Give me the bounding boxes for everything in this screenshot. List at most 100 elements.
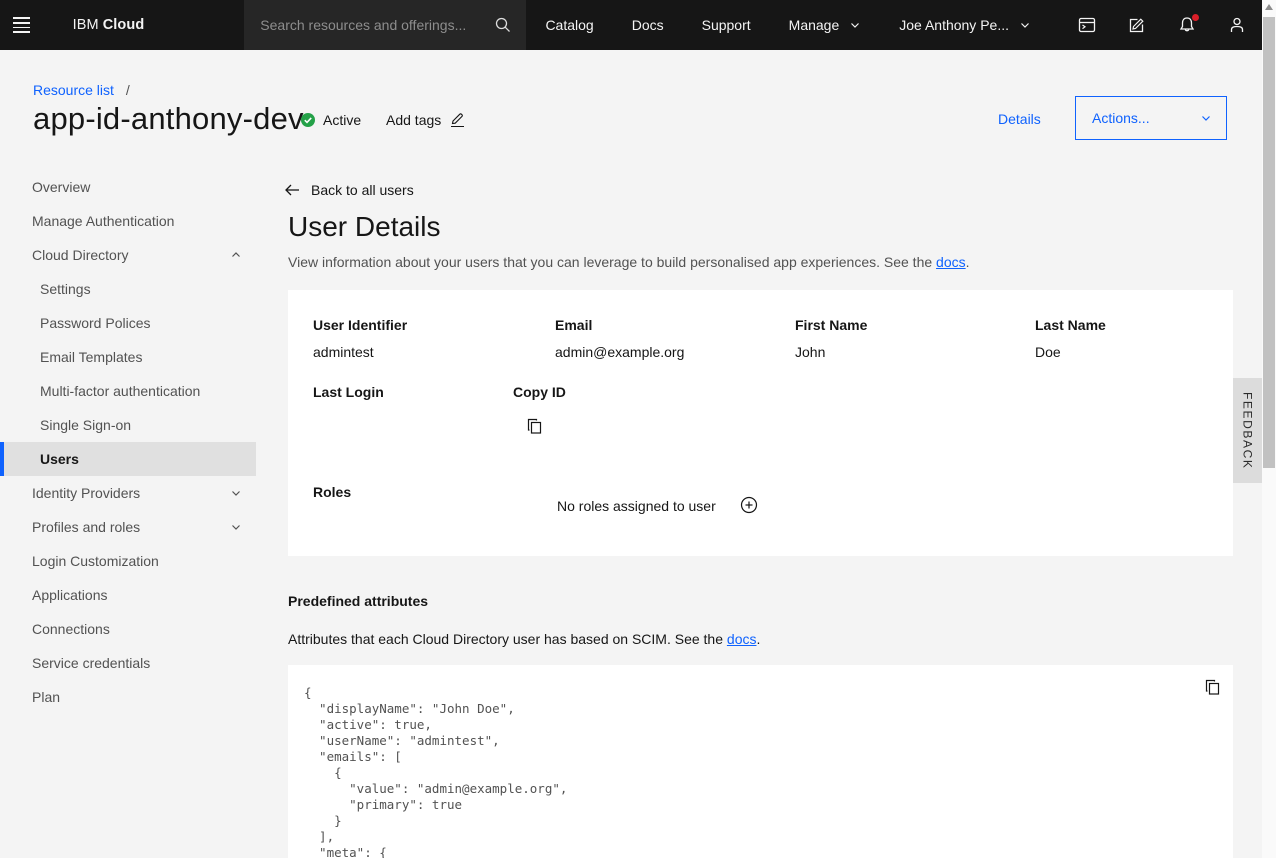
chevron-down-icon bbox=[230, 521, 242, 533]
sidebar-item-connections[interactable]: Connections bbox=[0, 612, 256, 646]
sidebar-item-users[interactable]: Users bbox=[0, 442, 256, 476]
sidebar-item-single-sign-on[interactable]: Single Sign-on bbox=[0, 408, 256, 442]
hamburger-menu-button[interactable] bbox=[0, 0, 43, 50]
copy-code-button[interactable] bbox=[1204, 679, 1221, 696]
sidebar-item-profiles-and-roles[interactable]: Profiles and roles bbox=[0, 510, 256, 544]
vertical-scrollbar[interactable] bbox=[1262, 0, 1276, 858]
sidebar-item-applications[interactable]: Applications bbox=[0, 578, 256, 612]
arrow-left-icon bbox=[284, 183, 300, 197]
account-menu[interactable]: Joe Anthony Pe... bbox=[880, 0, 1050, 50]
sidebar-item-login-customization[interactable]: Login Customization bbox=[0, 544, 256, 578]
sidebar-item-label: Plan bbox=[32, 689, 60, 705]
notifications-button[interactable] bbox=[1162, 0, 1212, 50]
breadcrumb-separator: / bbox=[126, 82, 130, 98]
user-details-card: User Identifier Email First Name Last Na… bbox=[288, 290, 1233, 556]
top-header: IBM Cloud Catalog Docs Support Manage Jo… bbox=[0, 0, 1262, 50]
scrollbar-up-arrow-icon[interactable] bbox=[1265, 4, 1273, 10]
edit-pencil-icon bbox=[451, 113, 464, 127]
sidebar-item-label: Login Customization bbox=[32, 553, 159, 569]
add-tags-button[interactable]: Add tags bbox=[386, 112, 464, 128]
sidebar-item-label: Manage Authentication bbox=[32, 213, 174, 229]
sidebar-item-service-credentials[interactable]: Service credentials bbox=[0, 646, 256, 680]
last-login-label: Last Login bbox=[313, 384, 384, 400]
scim-docs-link[interactable]: docs bbox=[727, 631, 757, 647]
breadcrumb: Resource list / bbox=[33, 82, 130, 98]
sidebar-item-label: Profiles and roles bbox=[32, 519, 140, 535]
user-identifier-value: admintest bbox=[313, 344, 374, 360]
sidebar-item-label: Email Templates bbox=[40, 349, 142, 365]
nav-support[interactable]: Support bbox=[683, 0, 770, 50]
chevron-down-icon bbox=[230, 487, 242, 499]
copy-icon bbox=[526, 418, 543, 435]
chevron-up-icon bbox=[230, 249, 242, 261]
add-role-button[interactable] bbox=[740, 496, 758, 514]
nav-catalog-label: Catalog bbox=[545, 17, 593, 33]
back-to-all-users-link[interactable]: Back to all users bbox=[284, 182, 414, 198]
email-label: Email bbox=[555, 317, 592, 333]
add-tags-label: Add tags bbox=[386, 112, 441, 128]
search-input[interactable] bbox=[260, 17, 494, 33]
sidebar-item-label: Password Polices bbox=[40, 315, 151, 331]
sidebar-item-label: Multi-factor authentication bbox=[40, 383, 200, 399]
details-link[interactable]: Details bbox=[998, 111, 1041, 127]
sidebar-item-email-templates[interactable]: Email Templates bbox=[0, 340, 256, 374]
resource-title: app-id-anthony-dev bbox=[33, 101, 304, 137]
docs-link[interactable]: docs bbox=[936, 254, 966, 270]
cloud-shell-button[interactable] bbox=[1062, 0, 1112, 50]
roles-empty-text: No roles assigned to user bbox=[557, 498, 716, 514]
breadcrumb-resource-list-link[interactable]: Resource list bbox=[33, 82, 114, 98]
nav-docs[interactable]: Docs bbox=[613, 0, 683, 50]
status-badge: Active bbox=[300, 112, 361, 128]
search-icon[interactable] bbox=[494, 16, 512, 34]
header-nav: Catalog Docs Support Manage Joe Anthony … bbox=[526, 0, 1050, 50]
profile-button[interactable] bbox=[1212, 0, 1262, 50]
feedback-label: FEEDBACK bbox=[1241, 392, 1255, 469]
chevron-down-icon bbox=[1019, 19, 1031, 31]
scrollbar-thumb[interactable] bbox=[1263, 17, 1275, 468]
hamburger-icon bbox=[13, 17, 30, 32]
sidebar-item-label: Single Sign-on bbox=[40, 417, 131, 433]
sidebar-item-label: Connections bbox=[32, 621, 110, 637]
sidebar-item-multi-factor-authentication[interactable]: Multi-factor authentication bbox=[0, 374, 256, 408]
back-link-label: Back to all users bbox=[311, 182, 414, 198]
account-name: Joe Anthony Pe... bbox=[899, 17, 1009, 33]
sidebar-item-label: Users bbox=[40, 451, 79, 467]
terminal-icon bbox=[1077, 15, 1097, 35]
roles-label: Roles bbox=[313, 484, 351, 500]
actions-dropdown[interactable]: Actions... bbox=[1075, 96, 1227, 140]
sidebar-item-settings[interactable]: Settings bbox=[0, 272, 256, 306]
scim-json-code: { "displayName": "John Doe", "active": t… bbox=[288, 665, 1233, 858]
nav-catalog[interactable]: Catalog bbox=[526, 0, 612, 50]
ibm-cloud-logo[interactable]: IBM Cloud bbox=[43, 0, 145, 50]
brand-ibm: IBM bbox=[73, 17, 99, 33]
global-search bbox=[244, 0, 526, 50]
page: IBM Cloud Catalog Docs Support Manage Jo… bbox=[0, 0, 1262, 858]
brand-cloud: Cloud bbox=[103, 17, 145, 33]
chevron-down-icon bbox=[849, 19, 861, 31]
sidebar-item-identity-providers[interactable]: Identity Providers bbox=[0, 476, 256, 510]
nav-manage-label: Manage bbox=[789, 17, 840, 33]
user-identifier-label: User Identifier bbox=[313, 317, 407, 333]
sidebar-item-manage-authentication[interactable]: Manage Authentication bbox=[0, 204, 256, 238]
nav-docs-label: Docs bbox=[632, 17, 664, 33]
last-name-label: Last Name bbox=[1035, 317, 1106, 333]
feedback-edit-button[interactable] bbox=[1112, 0, 1162, 50]
first-name-label: First Name bbox=[795, 317, 867, 333]
feedback-tab-button[interactable]: FEEDBACK bbox=[1233, 378, 1262, 483]
copy-id-button[interactable] bbox=[526, 418, 543, 435]
sidebar-item-plan[interactable]: Plan bbox=[0, 680, 256, 714]
sidebar-item-overview[interactable]: Overview bbox=[0, 170, 256, 204]
copy-id-label: Copy ID bbox=[513, 384, 566, 400]
actions-label: Actions... bbox=[1092, 110, 1150, 126]
scim-code-block: { "displayName": "John Doe", "active": t… bbox=[288, 665, 1233, 858]
app-window: IBM Cloud Catalog Docs Support Manage Jo… bbox=[0, 0, 1276, 858]
resource-banner: Resource list / app-id-anthony-dev Activ… bbox=[0, 50, 1262, 165]
nav-support-label: Support bbox=[702, 17, 751, 33]
sidebar-item-password-polices[interactable]: Password Polices bbox=[0, 306, 256, 340]
chevron-down-icon bbox=[1200, 112, 1212, 124]
nav-manage[interactable]: Manage bbox=[770, 0, 881, 50]
sidebar: Overview Manage Authentication Cloud Dir… bbox=[0, 165, 256, 858]
sidebar-item-cloud-directory[interactable]: Cloud Directory bbox=[0, 238, 256, 272]
notification-badge bbox=[1192, 14, 1199, 21]
header-icon-group bbox=[1062, 0, 1262, 50]
